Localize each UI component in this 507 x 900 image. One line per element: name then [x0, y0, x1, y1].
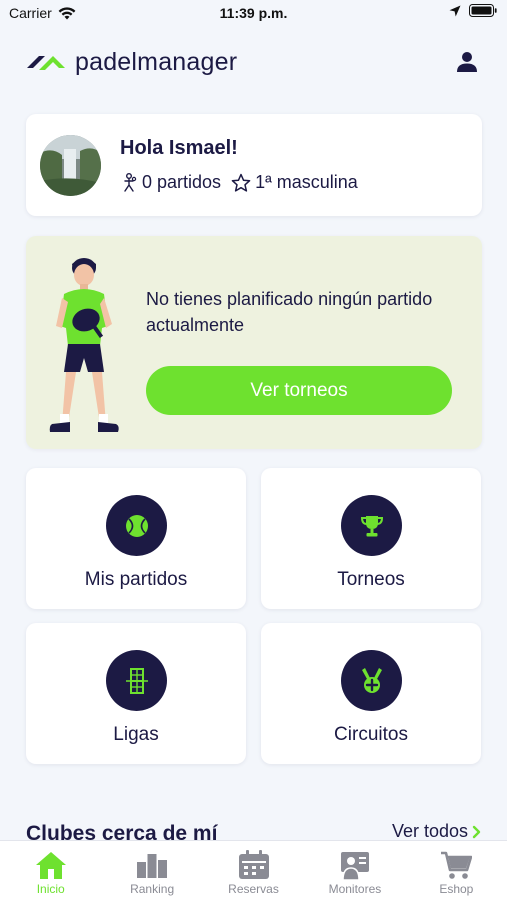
tab-label: Eshop [439, 882, 474, 896]
instructor-icon [338, 849, 372, 881]
status-right [449, 4, 497, 17]
matches-count: 0 partidos [142, 172, 222, 192]
padelmanager-logo-icon [27, 56, 65, 70]
tab-label: Monitores [328, 882, 382, 896]
see-all-label: Ver todos [391, 821, 468, 841]
status-time: 11:39 p.m. [219, 5, 288, 21]
calendar-icon [237, 849, 271, 881]
trophy-icon [341, 495, 402, 556]
medal-icon [341, 650, 402, 711]
tab-eshop[interactable]: Eshop [406, 841, 507, 900]
tab-label: Inicio [36, 882, 65, 896]
avatar-photo-icon [40, 135, 101, 196]
avatar[interactable] [40, 135, 101, 196]
tennis-ball-icon [106, 495, 167, 556]
tab-label: Ranking [130, 882, 175, 896]
greeting-title: Hola Ismael! [120, 137, 238, 159]
tile-leagues[interactable]: Ligas [26, 623, 246, 764]
profile-button[interactable] [452, 47, 482, 77]
status-bar: Carrier 11:39 p.m. [0, 0, 507, 28]
see-all-link[interactable]: Ver todos [392, 821, 482, 842]
tile-label: Torneos [337, 569, 405, 590]
tile-my-matches[interactable]: Mis partidos [26, 468, 246, 609]
see-tournaments-button[interactable]: Ver torneos [146, 366, 452, 415]
tab-ranking[interactable]: Ranking [101, 841, 202, 900]
category-label: 1ª masculina [255, 172, 358, 192]
tile-tournaments[interactable]: Torneos [261, 468, 481, 609]
tile-label: Circuitos [334, 724, 408, 745]
ranking-icon [135, 849, 169, 881]
brand-name: padelmanager [75, 47, 238, 76]
app-screen: Carrier 11:39 p.m. padelmanager Hola Ism… [0, 0, 507, 900]
tab-monitores[interactable]: Monitores [304, 841, 405, 900]
chevron-right-icon [472, 825, 481, 838]
tile-label: Ligas [113, 724, 159, 745]
no-matches-card: No tienes planificado ningún partido act… [26, 236, 482, 449]
tab-inicio[interactable]: Inicio [0, 841, 101, 900]
user-icon [457, 52, 477, 72]
brand: padelmanager [25, 48, 237, 77]
player-icon [124, 172, 137, 192]
padel-player-illustration [49, 258, 119, 432]
tile-circuits[interactable]: Circuitos [261, 623, 481, 764]
star-icon [231, 173, 251, 192]
battery-icon [469, 4, 497, 17]
no-matches-message: No tienes planificado ningún partido act… [146, 289, 433, 335]
category-stat: 1ª masculina [231, 172, 358, 193]
location-arrow-icon [449, 5, 461, 16]
tab-reservas[interactable]: Reservas [203, 841, 304, 900]
tab-label: Reservas [228, 882, 279, 896]
matches-stat: 0 partidos [120, 172, 221, 193]
greeting-stats: 0 partidos 1ª masculina [120, 172, 358, 193]
greeting-card[interactable]: Hola Ismael! 0 partidos 1ª masculina [26, 114, 482, 216]
tab-bar: Inicio Ranking Reservas Monitores Eshop [0, 840, 507, 900]
court-icon [106, 650, 167, 711]
home-icon [34, 849, 68, 881]
tile-label: Mis partidos [84, 569, 188, 590]
cart-icon [439, 849, 473, 881]
app-header: padelmanager [25, 40, 482, 84]
